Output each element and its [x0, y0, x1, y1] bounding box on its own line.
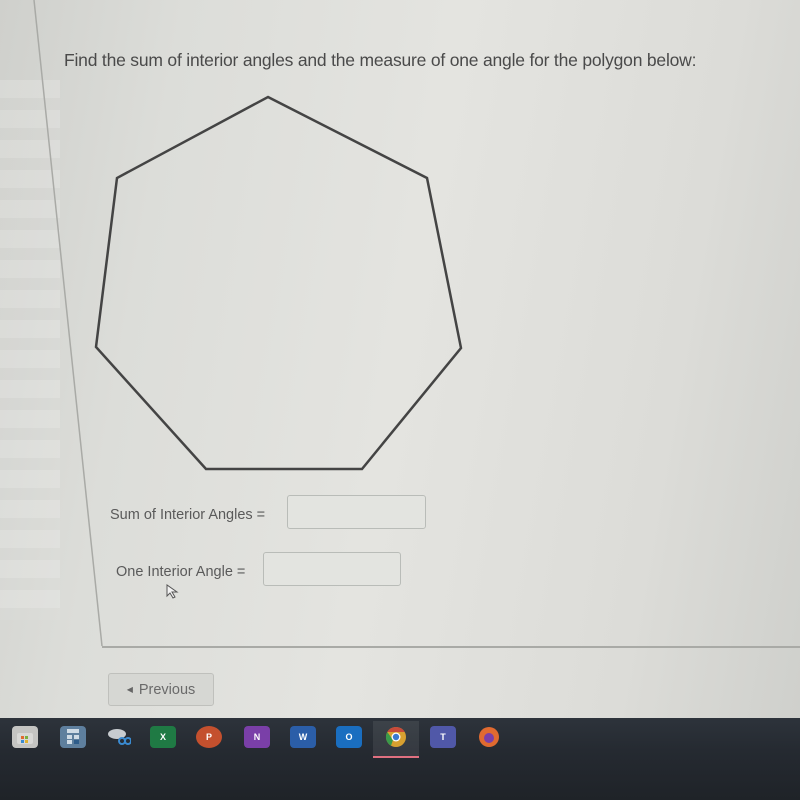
triangle-left-icon: ◀: [126, 685, 133, 694]
one-interior-angle-input[interactable]: [263, 552, 401, 586]
calculator-icon[interactable]: [60, 726, 86, 748]
chrome-icon[interactable]: [383, 726, 409, 748]
active-app-indicator: [373, 756, 419, 758]
powerpoint-icon[interactable]: P: [196, 726, 222, 748]
mouse-cursor-icon: [166, 584, 179, 599]
previous-button[interactable]: ◀ Previous: [108, 673, 214, 706]
snipping-tool-icon[interactable]: [106, 726, 132, 748]
onenote-icon[interactable]: N: [244, 726, 270, 748]
polygon-figure: [94, 95, 463, 471]
firefox-icon[interactable]: [476, 726, 502, 748]
taskbar: X P N W O T: [0, 718, 800, 800]
browser-page: Find the sum of interior angles and the …: [0, 0, 800, 718]
word-icon[interactable]: W: [290, 726, 316, 748]
question-panel: Find the sum of interior angles and the …: [0, 0, 800, 648]
sum-interior-angles-label: Sum of Interior Angles =: [110, 507, 266, 523]
sum-interior-angles-input[interactable]: [287, 495, 426, 529]
outlook-icon[interactable]: O: [336, 726, 362, 748]
one-interior-angle-label: One Interior Angle =: [116, 564, 246, 580]
previous-label: Previous: [138, 681, 196, 698]
panel-bottom-border: [102, 646, 800, 648]
excel-icon[interactable]: X: [150, 726, 176, 748]
teams-icon[interactable]: T: [430, 726, 456, 748]
store-icon[interactable]: [12, 726, 38, 748]
heptagon-shape: [94, 95, 463, 471]
